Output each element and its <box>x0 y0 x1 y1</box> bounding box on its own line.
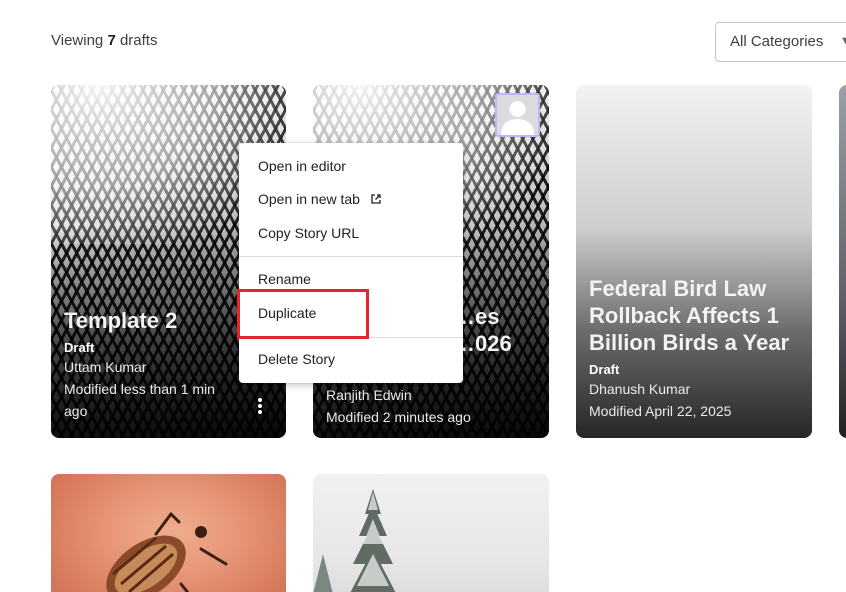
menu-item-open-in-new-tab[interactable]: Open in new tab <box>258 189 382 209</box>
menu-divider <box>239 337 463 338</box>
drafts-count-text: Viewing 7 drafts <box>51 32 157 49</box>
more-options-icon[interactable] <box>253 396 267 418</box>
menu-item-duplicate[interactable]: Duplicate <box>258 303 316 323</box>
draft-count: 7 <box>107 32 116 49</box>
category-select-value: All Categories <box>730 33 824 50</box>
card-info: Federal Bird Law Rollback Affects 1 Bill… <box>589 275 798 422</box>
story-card-6[interactable] <box>313 474 549 592</box>
menu-item-rename[interactable]: Rename <box>258 269 311 289</box>
viewing-prefix: Viewing <box>51 32 104 49</box>
viewing-suffix: drafts <box>119 32 158 49</box>
card-title: Federal Bird Law Rollback Affects 1 Bill… <box>589 276 790 355</box>
insect-thumbnail <box>106 512 228 592</box>
menu-item-copy-story-url[interactable]: Copy Story URL <box>258 223 359 243</box>
menu-divider <box>239 256 463 257</box>
story-card-5[interactable] <box>51 474 286 592</box>
category-select[interactable]: All Categories ▼ <box>715 22 846 62</box>
avatar <box>495 93 540 137</box>
external-link-icon <box>371 194 381 204</box>
menu-item-delete-story[interactable]: Delete Story <box>258 349 335 369</box>
story-card-4[interactable] <box>839 85 846 438</box>
card-author: Dhanush Kumar <box>589 381 691 397</box>
chevron-down-icon: ▼ <box>840 35 846 47</box>
menu-item-label: Open in new tab <box>258 191 360 207</box>
card-author: Ranjith Edwin <box>326 387 412 403</box>
story-context-menu: Open in editor Open in new tab Copy Stor… <box>239 143 463 383</box>
card-modified: Modified less than 1 min ago <box>64 381 215 419</box>
card-status: Draft <box>589 362 620 377</box>
card-info: Ranjith Edwin Modified 2 minutes ago <box>326 383 535 428</box>
menu-item-open-in-editor[interactable]: Open in editor <box>258 156 346 176</box>
card-modified: Modified 2 minutes ago <box>326 409 471 425</box>
snowy-tree-thumbnail <box>313 489 396 592</box>
card-modified: Modified April 22, 2025 <box>589 403 732 419</box>
story-card-federal-bird-law[interactable]: Federal Bird Law Rollback Affects 1 Bill… <box>576 85 812 438</box>
